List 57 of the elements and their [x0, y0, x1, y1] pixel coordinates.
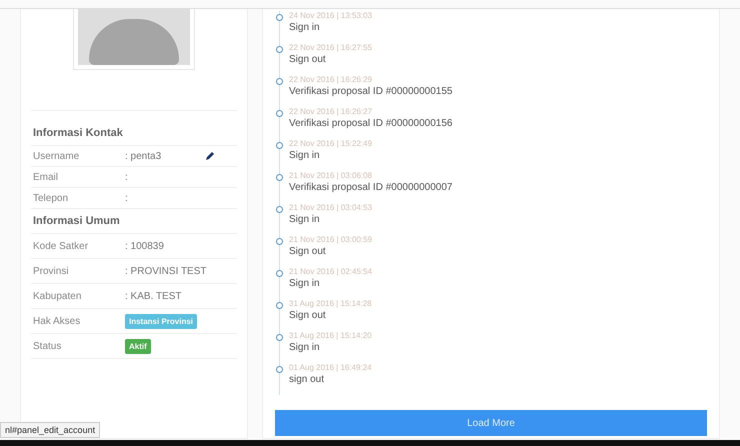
activity-text: Verifikasi proposal ID #00000000007 [289, 182, 454, 193]
activity-text: Sign out [289, 54, 327, 65]
timestamp: 24 Nov 2016 | 13:53:03 [289, 11, 374, 20]
timeline-dot [276, 302, 283, 309]
field-value: : [125, 172, 129, 182]
section-title: Informasi Umum [31, 209, 237, 234]
timestamp: 22 Nov 2016 | 16:26:27 [289, 107, 374, 116]
timestamp: 21 Nov 2016 | 02:45:54 [289, 267, 374, 276]
timeline-dot [276, 366, 283, 373]
status-bar-url: nl#panel_edit_account [0, 422, 100, 438]
timestamp: 22 Nov 2016 | 16:26:29 [289, 75, 374, 84]
activity-text: Verifikasi proposal ID #00000000156 [289, 118, 454, 129]
activity-text: Sign in [289, 342, 321, 353]
timeline-dot [276, 206, 283, 213]
field-value: : 100839 [125, 240, 164, 252]
timestamp: 01 Aug 2016 | 16:49:24 [289, 363, 373, 372]
timeline-dot [276, 78, 283, 85]
field-label: Provinsi [33, 266, 70, 276]
field-label: Telepon [33, 192, 70, 204]
timestamp: 31 Aug 2016 | 15:14:28 [289, 299, 373, 308]
timeline-dot [276, 110, 283, 117]
timeline-dot [276, 142, 283, 149]
field-label: Email [33, 172, 60, 182]
field-value: : PROVINSI TEST [125, 266, 206, 276]
activity-text: Sign out [289, 246, 327, 257]
timeline-dot [276, 174, 283, 181]
activity-text: sign out [289, 374, 326, 385]
activity-text: Verifikasi proposal ID #00000000155 [289, 86, 454, 97]
activity-text: Sign in [289, 278, 321, 289]
activity-text: Sign in [289, 214, 321, 225]
activity-text: Sign in [289, 22, 321, 33]
timestamp: 21 Nov 2016 | 03:00:59 [289, 235, 374, 244]
timeline-dot [276, 14, 283, 21]
timeline-dot [276, 46, 283, 53]
timestamp: 31 Aug 2016 | 15:14:20 [289, 331, 373, 340]
timeline-dot [276, 238, 283, 245]
field-label: Hak Akses [33, 316, 82, 326]
field-label: Username [33, 150, 80, 162]
field-value: : penta3 [125, 150, 162, 162]
field-label: Kode Satker [33, 240, 90, 252]
status-badge: Aktif [125, 338, 151, 354]
field-value: : [125, 192, 129, 204]
timestamp: 22 Nov 2016 | 15:22:49 [289, 139, 374, 148]
load-more-button[interactable]: Load More [275, 410, 707, 436]
timeline-dot [276, 334, 283, 341]
activity-text: Sign in [289, 150, 321, 161]
timestamp: 22 Nov 2016 | 16:27:55 [289, 43, 374, 52]
timeline-dot [276, 270, 283, 277]
timestamp: 21 Nov 2016 | 03:06:08 [289, 171, 374, 180]
status-badge: Instansi Provinsi [125, 314, 198, 328]
activity-text: Sign out [289, 310, 327, 321]
pencil-icon[interactable] [205, 151, 215, 161]
timestamp: 21 Nov 2016 | 03:04:53 [289, 203, 374, 212]
field-value: : KAB. TEST [125, 290, 182, 302]
section-title: Informasi Kontak [31, 121, 237, 146]
field-label: Kabupaten [33, 290, 82, 302]
field-label: Status [33, 340, 62, 352]
